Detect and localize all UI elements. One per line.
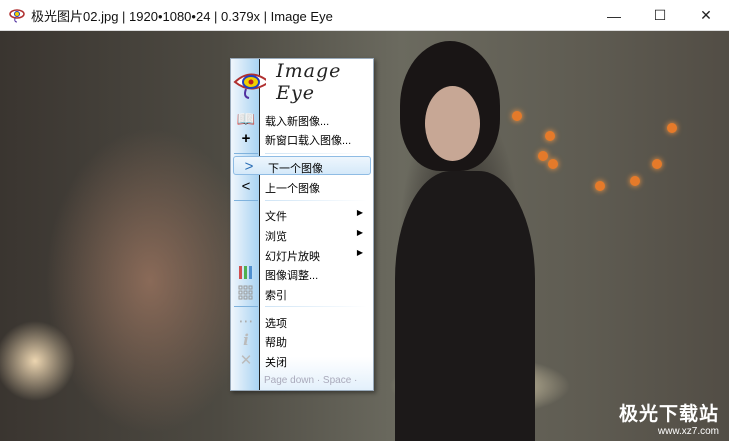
color-bars-icon <box>235 265 257 283</box>
menu-item-file[interactable]: 文件 ▶ <box>231 205 373 224</box>
menu-separator <box>265 200 367 201</box>
photo-dress <box>395 171 535 441</box>
submenu-arrow-icon: ▶ <box>356 228 363 237</box>
menu-label: 载入新图像... <box>265 116 330 128</box>
menu-label: 浏览 <box>265 231 287 243</box>
strip-separator <box>234 153 258 154</box>
strip-separator <box>234 306 258 307</box>
window-title: 极光图片02.jpg | 1920•1080•24 | 0.379x | Ima… <box>31 8 333 24</box>
lamp-decor <box>667 123 677 133</box>
watermark-url: www.xz7.com <box>657 426 719 437</box>
close-icon: ✕ <box>239 352 253 369</box>
menu-label: 下一个图像 <box>268 163 323 175</box>
menu-item-slideshow[interactable]: 幻灯片放映 ▶ <box>231 245 373 264</box>
lamp-decor <box>548 159 558 169</box>
image-eye-app-icon <box>9 7 25 23</box>
watermark: 极光下载站 www.xz7.com <box>619 399 719 437</box>
menu-item-load-new-window[interactable]: + 新窗口载入图像... <box>231 129 373 148</box>
maximize-button[interactable]: ☐ <box>637 0 683 31</box>
menu-label: 关闭 <box>265 357 287 369</box>
menu-label: 选项 <box>265 318 287 330</box>
info-icon: i <box>243 331 249 349</box>
watermark-title: 极光下载站 <box>618 404 719 425</box>
menu-item-browse[interactable]: 浏览 ▶ <box>231 225 373 244</box>
menu-item-next-image[interactable]: > 下一个图像 <box>233 156 371 175</box>
strip-separator <box>234 200 258 201</box>
menu-separator <box>265 153 367 154</box>
lamp-decor <box>545 131 555 141</box>
menu-item-image-adjust[interactable]: 图像调整... <box>231 264 373 283</box>
title-bar: 极光图片02.jpg | 1920•1080•24 | 0.379x | Ima… <box>0 0 729 31</box>
logo-text: Image Eye <box>276 60 342 104</box>
menu-item-help[interactable]: i 帮助 <box>231 331 373 350</box>
lamp-decor <box>652 159 662 169</box>
menu-label: 索引 <box>265 290 287 302</box>
menu-item-load-image[interactable]: 📖 载入新图像... <box>231 110 373 129</box>
submenu-arrow-icon: ▶ <box>356 208 363 217</box>
menu-label: 图像调整... <box>265 270 319 282</box>
shortcut-hint: Page down · Space · <box>264 375 358 386</box>
menu-label: 幻灯片放映 <box>265 251 320 263</box>
image-eye-logo: Image Eye <box>233 60 373 104</box>
grid-icon <box>235 285 257 305</box>
menu-item-options[interactable]: ⋯ 选项 <box>231 312 373 331</box>
menu-label: 帮助 <box>265 337 287 349</box>
open-book-icon: 📖 <box>236 111 256 128</box>
minimize-button[interactable]: — <box>591 0 637 31</box>
photo-face <box>425 86 480 161</box>
context-menu: Image Eye 📖 载入新图像... + 新窗口载入图像... > 下一个图像 <… <box>230 58 374 391</box>
lamp-decor <box>538 151 548 161</box>
menu-label: 新窗口载入图像... <box>265 135 352 147</box>
menu-item-close[interactable]: ✕ 关闭 <box>231 351 373 370</box>
menu-separator <box>265 306 367 307</box>
dots-icon: ⋯ <box>238 313 254 330</box>
plus-icon: + <box>241 130 251 147</box>
eye-logo-icon <box>233 73 267 99</box>
lamp-decor <box>512 111 522 121</box>
menu-label: 上一个图像 <box>265 183 320 195</box>
lamp-decor <box>630 176 640 186</box>
chevron-right-icon: > <box>244 158 254 175</box>
menu-label: 文件 <box>265 211 287 223</box>
menu-item-index[interactable]: 索引 <box>231 284 373 303</box>
chevron-left-icon: < <box>241 178 251 195</box>
lamp-decor <box>595 181 605 191</box>
close-window-button[interactable]: ✕ <box>683 0 729 31</box>
menu-item-previous-image[interactable]: < 上一个图像 <box>231 177 373 196</box>
submenu-arrow-icon: ▶ <box>356 248 363 257</box>
